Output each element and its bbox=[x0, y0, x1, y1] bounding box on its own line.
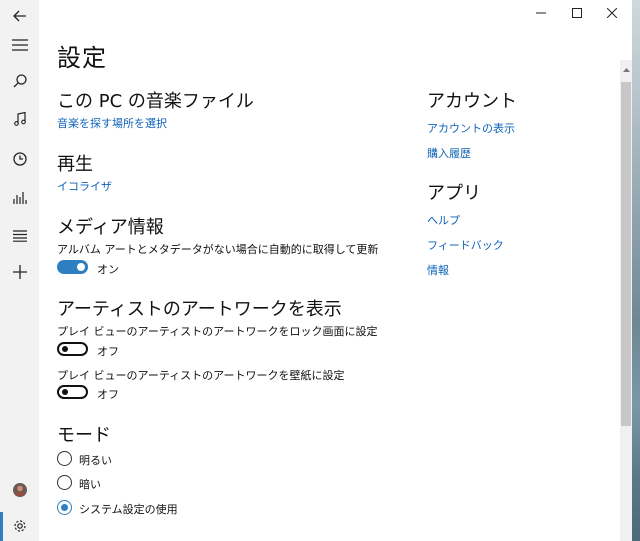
choose-music-locations-link[interactable]: 音楽を探す場所を選択 bbox=[57, 115, 167, 131]
media-info-toggle-state: オン bbox=[97, 263, 119, 276]
music-note-icon bbox=[13, 112, 26, 126]
artist-art-heading: アーティストのアートワークを表示 bbox=[57, 299, 342, 320]
playlist-icon bbox=[12, 230, 27, 242]
close-button[interactable] bbox=[592, 0, 632, 26]
playlists-button[interactable] bbox=[0, 220, 39, 252]
mode-light-radio[interactable] bbox=[57, 451, 72, 466]
hamburger-menu-icon bbox=[11, 39, 28, 51]
search-button[interactable] bbox=[0, 65, 39, 97]
lock-screen-toggle[interactable] bbox=[57, 342, 88, 356]
mode-system-label[interactable]: システム設定の使用 bbox=[79, 501, 178, 517]
music-files-heading: この PC の音楽ファイル bbox=[57, 91, 254, 112]
wallpaper-toggle-state: オフ bbox=[97, 388, 119, 401]
scroll-up-button[interactable] bbox=[620, 62, 632, 78]
mode-light-label[interactable]: 明るい bbox=[79, 452, 112, 468]
wallpaper-toggle[interactable] bbox=[57, 385, 88, 399]
scroll-up-icon bbox=[622, 68, 630, 72]
media-info-toggle[interactable] bbox=[57, 260, 88, 274]
desktop-wallpaper-edge bbox=[632, 0, 640, 541]
purchase-history-link[interactable]: 購入履歴 bbox=[427, 145, 471, 161]
maximize-button[interactable] bbox=[557, 0, 597, 26]
media-info-description: アルバム アートとメタデータがない場合に自動的に取得して更新 bbox=[57, 243, 379, 256]
wallpaper-label: プレイ ビューのアーティストのアートワークを壁紙に設定 bbox=[57, 369, 345, 382]
mode-system-radio[interactable] bbox=[57, 500, 72, 515]
nav-rail bbox=[0, 0, 39, 541]
mode-dark-label[interactable]: 暗い bbox=[79, 476, 101, 492]
maximize-icon bbox=[572, 8, 582, 18]
settings-button[interactable] bbox=[0, 510, 39, 541]
feedback-link[interactable]: フィードバック bbox=[427, 237, 504, 253]
account-button[interactable] bbox=[0, 474, 39, 506]
app-heading: アプリ bbox=[427, 183, 481, 204]
add-icon bbox=[12, 265, 27, 279]
help-link[interactable]: ヘルプ bbox=[427, 212, 460, 228]
hamburger-menu-button[interactable] bbox=[0, 29, 39, 61]
lock-screen-label: プレイ ビューのアーティストのアートワークをロック画面に設定 bbox=[57, 325, 378, 338]
equalizer-icon bbox=[12, 191, 27, 204]
avatar bbox=[12, 483, 27, 497]
mode-heading: モード bbox=[57, 425, 111, 446]
scrollbar-thumb[interactable] bbox=[621, 82, 631, 426]
minimize-icon bbox=[536, 12, 546, 14]
media-info-heading: メディア情報 bbox=[57, 217, 164, 238]
minimize-button[interactable] bbox=[521, 0, 561, 26]
equalizer-link[interactable]: イコライザ bbox=[57, 178, 112, 194]
now-playing-button[interactable] bbox=[0, 181, 39, 213]
clock-icon bbox=[12, 152, 27, 166]
playback-heading: 再生 bbox=[57, 154, 93, 175]
my-music-button[interactable] bbox=[0, 103, 39, 135]
about-link[interactable]: 情報 bbox=[427, 262, 449, 278]
settings-gear-icon bbox=[13, 520, 26, 532]
new-playlist-button[interactable] bbox=[0, 256, 39, 288]
mode-dark-radio[interactable] bbox=[57, 475, 72, 490]
lock-screen-toggle-state: オフ bbox=[97, 345, 119, 358]
view-account-link[interactable]: アカウントの表示 bbox=[427, 120, 515, 136]
search-icon bbox=[13, 74, 27, 88]
page-title: 設定 bbox=[57, 44, 107, 72]
account-heading: アカウント bbox=[427, 91, 517, 112]
back-icon bbox=[12, 10, 26, 22]
back-button[interactable] bbox=[0, 0, 39, 32]
recent-plays-button[interactable] bbox=[0, 143, 39, 175]
close-icon bbox=[607, 8, 617, 18]
